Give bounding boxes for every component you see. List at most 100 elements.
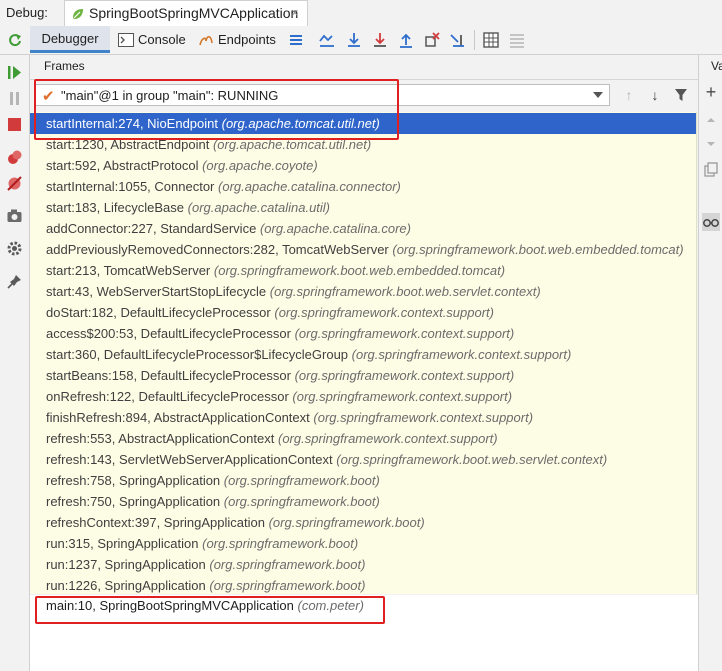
tab-debugger[interactable]: Debugger	[30, 26, 110, 53]
frame-row[interactable]: finishRefresh:894, AbstractApplicationCo…	[30, 407, 696, 428]
frame-method: refresh:750, SpringApplication	[46, 494, 221, 509]
endpoints-icon	[199, 35, 213, 45]
tab-endpoints-label: Endpoints	[218, 32, 276, 47]
frame-row[interactable]: startBeans:158, DefaultLifecycleProcesso…	[30, 365, 696, 386]
frame-list: startInternal:274, NioEndpoint (org.apac…	[30, 112, 697, 594]
frame-row[interactable]: startInternal:1055, Connector (org.apach…	[30, 176, 696, 197]
rerun-icon[interactable]	[6, 31, 24, 49]
frame-row[interactable]: refresh:758, SpringApplication (org.spri…	[30, 470, 696, 491]
arrow-down-icon[interactable]: ↓	[646, 85, 664, 105]
close-icon[interactable]: ×	[291, 5, 299, 20]
frame-row[interactable]: addPreviouslyRemovedConnectors:282, Tomc…	[30, 239, 696, 260]
frame-method: start:592, AbstractProtocol	[46, 158, 199, 173]
frame-package: (org.springframework.boot.web.embedded.t…	[213, 263, 506, 278]
run-to-cursor-icon[interactable]	[449, 31, 467, 49]
tab-debugger-label: Debugger	[41, 30, 99, 46]
frames-empty-area	[30, 617, 698, 671]
frame-row[interactable]: access$200:53, DefaultLifecycleProcessor…	[30, 323, 696, 344]
down-icon[interactable]	[702, 135, 720, 153]
thread-select[interactable]: ✔ "main"@1 in group "main": RUNNING	[34, 84, 610, 106]
frame-row[interactable]: start:592, AbstractProtocol (org.apache.…	[30, 155, 696, 176]
step-into-icon[interactable]	[371, 31, 389, 49]
trace-icon[interactable]	[508, 31, 526, 49]
frame-row-selected[interactable]: startInternal:274, NioEndpoint (org.apac…	[30, 113, 696, 134]
frame-row[interactable]: start:360, DefaultLifecycleProcessor$Lif…	[30, 344, 696, 365]
frame-package: (org.springframework.boot)	[209, 578, 366, 593]
frame-row[interactable]: refreshContext:397, SpringApplication (o…	[30, 512, 696, 533]
frames-title: Frames	[44, 59, 85, 73]
frame-row[interactable]: refresh:553, AbstractApplicationContext …	[30, 428, 696, 449]
frame-row[interactable]: refresh:750, SpringApplication (org.spri…	[30, 491, 696, 512]
step-over-icon[interactable]	[345, 31, 363, 49]
frame-method: start:360, DefaultLifecycleProcessor$Lif…	[46, 347, 349, 362]
frame-package: (org.springframework.context.support)	[294, 326, 515, 341]
left-debug-toolbar	[0, 55, 30, 671]
frame-package: (org.springframework.boot.web.servlet.co…	[269, 284, 541, 299]
show-execution-point-icon[interactable]	[318, 31, 336, 49]
pause-icon[interactable]	[6, 90, 23, 107]
frame-row[interactable]: onRefresh:122, DefaultLifecycleProcessor…	[30, 386, 696, 407]
frame-row[interactable]: run:1226, SpringApplication (org.springf…	[30, 575, 696, 596]
frame-row[interactable]: start:213, TomcatWebServer (org.springfr…	[30, 260, 696, 281]
thread-select-value: "main"@1 in group "main": RUNNING	[61, 88, 279, 103]
frame-package: (org.springframework.context.support)	[277, 431, 498, 446]
glasses-icon[interactable]	[702, 213, 720, 231]
frame-method: start:1230, AbstractEndpoint	[46, 137, 210, 152]
frame-package: (org.springframework.boot)	[268, 515, 425, 530]
frame-row[interactable]: start:183, LifecycleBase (org.apache.cat…	[30, 197, 696, 218]
frame-method: start:183, LifecycleBase	[46, 200, 185, 215]
tab-console[interactable]: Console	[118, 26, 190, 53]
frame-package: (com.peter)	[297, 598, 364, 613]
drop-frame-icon[interactable]	[423, 31, 441, 49]
copy-icon[interactable]	[702, 161, 720, 179]
frame-row[interactable]: start:43, WebServerStartStopLifecycle (o…	[30, 281, 696, 302]
stop-icon[interactable]	[6, 116, 23, 133]
frame-package: (org.springframework.boot.web.embedded.t…	[392, 242, 684, 257]
debug-label: Debug:	[6, 5, 48, 20]
evaluate-expression-icon[interactable]	[482, 31, 500, 49]
frame-method: startInternal:1055, Connector	[46, 179, 215, 194]
frame-row[interactable]: refresh:143, ServletWebServerApplication…	[30, 449, 696, 470]
frame-row[interactable]: run:1237, SpringApplication (org.springf…	[30, 554, 696, 575]
spring-boot-icon	[73, 9, 83, 19]
frame-method: addConnector:227, StandardService	[46, 221, 257, 236]
chevron-down-icon[interactable]	[593, 92, 603, 98]
frame-package: (org.apache.tomcat.util.net)	[212, 137, 372, 152]
settings-icon[interactable]	[6, 240, 23, 257]
frame-method: finishRefresh:894, AbstractApplicationCo…	[46, 410, 310, 425]
frame-method: start:213, TomcatWebServer	[46, 263, 211, 278]
frame-method: refresh:758, SpringApplication	[46, 473, 221, 488]
session-tab[interactable]: SpringBootSpringMVCApplication ×	[64, 0, 308, 26]
menu-icon[interactable]	[287, 31, 305, 49]
frame-package: (org.springframework.context.support)	[292, 389, 513, 404]
view-breakpoints-icon[interactable]	[6, 149, 23, 166]
arrow-up-icon[interactable]: ↑	[620, 85, 638, 105]
tab-endpoints[interactable]: Endpoints	[198, 26, 282, 53]
frame-package: (org.springframework.boot)	[202, 536, 359, 551]
frame-row[interactable]: start:1230, AbstractEndpoint (org.apache…	[30, 134, 696, 155]
variables-title: Va	[711, 59, 722, 73]
frame-row[interactable]: addConnector:227, StandardService (org.a…	[30, 218, 696, 239]
frame-row-main[interactable]: main:10, SpringBootSpringMVCApplication …	[30, 595, 698, 617]
mute-breakpoints-icon[interactable]	[6, 175, 23, 192]
frame-method: refresh:143, ServletWebServerApplication…	[46, 452, 333, 467]
frame-package: (org.springframework.boot)	[223, 473, 380, 488]
pin-icon[interactable]	[6, 273, 23, 290]
frame-method: startInternal:274, NioEndpoint	[46, 116, 218, 131]
frame-method: access$200:53, DefaultLifecycleProcessor	[46, 326, 291, 341]
frame-method: startBeans:158, DefaultLifecycleProcesso…	[46, 368, 291, 383]
toolbar-separator	[474, 30, 475, 50]
debug-window-bar: Debug: SpringBootSpringMVCApplication ×	[0, 0, 722, 27]
camera-icon[interactable]	[6, 207, 23, 224]
frame-row[interactable]: doStart:182, DefaultLifecycleProcessor (…	[30, 302, 696, 323]
step-out-icon[interactable]	[397, 31, 415, 49]
tab-console-label: Console	[138, 32, 186, 47]
add-icon[interactable]: +	[702, 83, 720, 101]
filter-icon[interactable]	[674, 88, 688, 102]
frame-row[interactable]: run:315, SpringApplication (org.springfr…	[30, 533, 696, 554]
up-icon[interactable]	[702, 111, 720, 129]
frame-method: run:1237, SpringApplication	[46, 557, 206, 572]
frame-method: refresh:553, AbstractApplicationContext	[46, 431, 275, 446]
frame-package: (org.apache.catalina.connector)	[218, 179, 401, 194]
resume-icon[interactable]	[6, 64, 23, 81]
